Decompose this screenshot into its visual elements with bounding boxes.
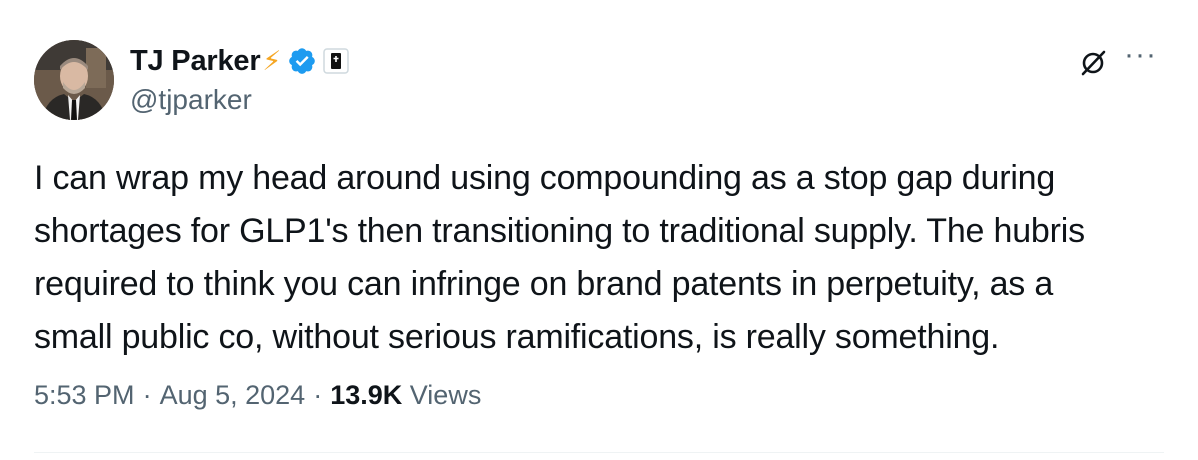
avatar-photo [34,40,114,120]
tweet-text: I can wrap my head around using compound… [34,152,1164,364]
grok-icon[interactable] [1078,48,1108,78]
affiliate-badge-icon[interactable] [323,48,350,74]
tweet-time[interactable]: 5:53 PM [34,380,135,411]
display-name[interactable]: TJ Parker [130,45,261,78]
name-row: TJ Parker ⚡ [130,44,350,78]
verified-badge-icon[interactable] [287,46,317,76]
tweet-text-line: I can wrap my head around using compound… [34,159,1056,197]
meta-separator: · [142,380,152,410]
avatar[interactable] [34,40,114,120]
views-count: 13.9K [330,380,403,410]
user-handle[interactable]: @tjparker [130,84,252,116]
meta-separator: · [313,380,323,410]
more-options-button[interactable]: ··· [1124,40,1168,74]
views-label: Views [409,380,482,410]
tweet-date[interactable]: Aug 5, 2024 [160,380,306,411]
divider [34,452,1164,453]
tweet-meta: 5:53 PM · Aug 5, 2024 · 13.9K Views [34,380,481,411]
tweet-text-line: shortages for GLP1's then transitioning … [34,212,1085,250]
tweet-text-line: required to think you can infringe on br… [34,265,1054,303]
tweet-text-line: small public co, without serious ramific… [34,318,1000,356]
tweet-card: TJ Parker ⚡ @tjparker ··· I can wrap my … [0,0,1198,460]
lightning-emoji: ⚡ [262,45,282,76]
